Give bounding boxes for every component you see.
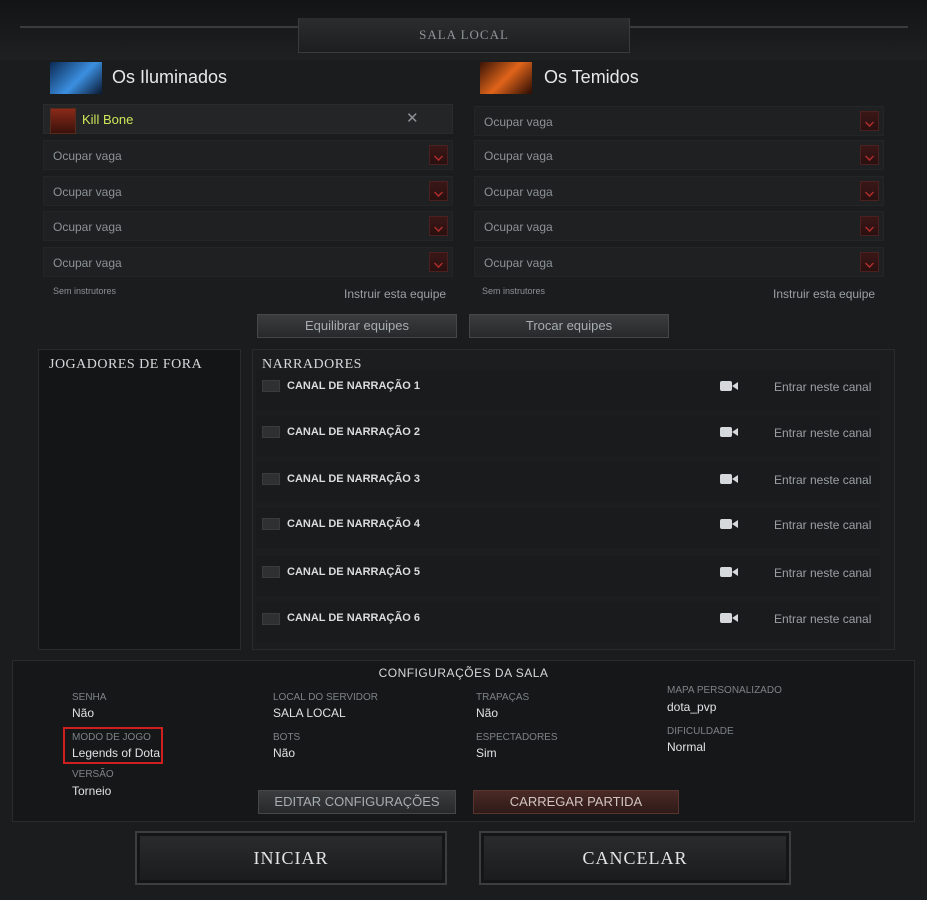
channel-icon — [262, 380, 280, 392]
broadcast-channel-1: CANAL DE NARRAÇÃO 1 Entrar neste canal — [256, 370, 880, 410]
radiant-player-slot-1: Kill Bone ✕ — [43, 104, 453, 134]
chevron-down-icon[interactable] — [429, 145, 448, 165]
chevron-down-icon[interactable] — [860, 145, 879, 165]
dire-coaches: Sem instrutores — [482, 286, 546, 296]
channel-icon — [262, 426, 280, 438]
channel-icon — [262, 473, 280, 485]
camera-icon — [720, 519, 738, 529]
unassigned-players-panel: JOGADORES DE FORA — [38, 349, 241, 650]
version-label: VERSÃO — [72, 769, 114, 780]
radiant-slot-5[interactable]: Ocupar vaga — [43, 247, 453, 277]
slot-label: Ocupar vaga — [484, 149, 553, 163]
dire-slot-2[interactable]: Ocupar vaga — [474, 140, 884, 170]
broadcast-channel-5: CANAL DE NARRAÇÃO 5 Entrar neste canal — [256, 556, 880, 596]
channel-label: CANAL DE NARRAÇÃO 6 — [287, 612, 421, 624]
chevron-down-icon[interactable] — [429, 252, 448, 272]
version-value: Torneio — [72, 784, 112, 798]
channel-label: CANAL DE NARRAÇÃO 3 — [287, 473, 421, 485]
slot-label: Ocupar vaga — [484, 115, 553, 129]
join-channel-link[interactable]: Entrar neste canal — [774, 566, 871, 580]
broadcast-channel-3: CANAL DE NARRAÇÃO 3 Entrar neste canal — [256, 462, 880, 502]
load-match-button[interactable]: CARREGAR PARTIDA — [473, 790, 679, 814]
password-value: Não — [72, 706, 95, 720]
difficulty-label: DIFICULDADE — [667, 726, 734, 737]
start-button[interactable]: INICIAR — [135, 831, 447, 885]
dire-slot-4[interactable]: Ocupar vaga — [474, 211, 884, 241]
player-avatar — [50, 108, 76, 134]
join-channel-link[interactable]: Entrar neste canal — [774, 612, 871, 626]
radiant-team-icon — [50, 62, 102, 94]
radiant-coach-link[interactable]: Instruir esta equipe — [344, 287, 446, 301]
chevron-down-icon[interactable] — [860, 216, 879, 236]
chevron-down-icon[interactable] — [860, 252, 879, 272]
channel-label: CANAL DE NARRAÇÃO 5 — [287, 566, 421, 578]
join-channel-link[interactable]: Entrar neste canal — [774, 426, 871, 440]
chevron-down-icon[interactable] — [429, 216, 448, 236]
cheats-value: Não — [476, 706, 499, 720]
slot-label: Ocupar vaga — [484, 256, 553, 270]
camera-icon — [720, 381, 738, 391]
chevron-down-icon[interactable] — [860, 181, 879, 201]
dire-team-icon — [480, 62, 532, 94]
bots-value: Não — [273, 746, 296, 760]
server-label: LOCAL DO SERVIDOR — [273, 692, 379, 703]
spectators-label: ESPECTADORES — [476, 732, 558, 743]
cancel-button[interactable]: CANCELAR — [479, 831, 791, 885]
chevron-down-icon[interactable] — [860, 111, 879, 131]
server-value: SALA LOCAL — [273, 706, 346, 720]
channel-label: CANAL DE NARRAÇÃO 1 — [287, 380, 421, 392]
frame-ornament-right — [628, 26, 908, 28]
broadcast-channel-6: CANAL DE NARRAÇÃO 6 Entrar neste canal — [256, 602, 880, 642]
chevron-down-icon[interactable] — [429, 181, 448, 201]
camera-icon — [720, 567, 738, 577]
spectators-value: Sim — [476, 746, 497, 760]
custom-map-label: MAPA PERSONALIZADO — [667, 685, 782, 696]
slot-label: Ocupar vaga — [484, 185, 553, 199]
radiant-team-name: Os Iluminados — [112, 67, 228, 87]
dire-team-name: Os Temidos — [544, 67, 639, 87]
camera-icon — [720, 474, 738, 484]
dire-slot-1[interactable]: Ocupar vaga — [474, 106, 884, 136]
frame-ornament-left — [20, 26, 298, 28]
radiant-slot-4[interactable]: Ocupar vaga — [43, 211, 453, 241]
unassigned-title: JOGADORES DE FORA — [49, 357, 203, 372]
channel-icon — [262, 566, 280, 578]
slot-label: Ocupar vaga — [53, 149, 122, 163]
channel-icon — [262, 518, 280, 530]
channel-label: CANAL DE NARRAÇÃO 2 — [287, 426, 421, 438]
join-channel-link[interactable]: Entrar neste canal — [774, 518, 871, 532]
balance-teams-button[interactable]: Equilibrar equipes — [257, 314, 457, 338]
bots-label: BOTS — [273, 732, 301, 743]
broadcast-channel-2: CANAL DE NARRAÇÃO 2 Entrar neste canal — [256, 416, 880, 456]
dire-coach-link[interactable]: Instruir esta equipe — [773, 287, 875, 301]
slot-label: Ocupar vaga — [53, 220, 122, 234]
edit-settings-button[interactable]: EDITAR CONFIGURAÇÕES — [258, 790, 456, 814]
game-mode-label: MODO DE JOGO — [72, 732, 151, 743]
radiant-slot-3[interactable]: Ocupar vaga — [43, 176, 453, 206]
slot-label: Ocupar vaga — [484, 220, 553, 234]
channel-icon — [262, 613, 280, 625]
password-label: SENHA — [72, 692, 107, 703]
difficulty-value: Normal — [667, 740, 706, 754]
slot-label: Ocupar vaga — [53, 185, 122, 199]
dire-slot-3[interactable]: Ocupar vaga — [474, 176, 884, 206]
camera-icon — [720, 613, 738, 623]
channel-label: CANAL DE NARRAÇÃO 4 — [287, 518, 421, 530]
join-channel-link[interactable]: Entrar neste canal — [774, 473, 871, 487]
radiant-slot-2[interactable]: Ocupar vaga — [43, 140, 453, 170]
dire-slot-5[interactable]: Ocupar vaga — [474, 247, 884, 277]
custom-map-value: dota_pvp — [667, 700, 717, 714]
settings-title: CONFIGURAÇÕES DA SALA — [378, 666, 549, 680]
slot-label: Ocupar vaga — [53, 256, 122, 270]
game-mode-value: Legends of Dota — [72, 746, 161, 760]
join-channel-link[interactable]: Entrar neste canal — [774, 380, 871, 394]
close-icon[interactable]: ✕ — [406, 109, 419, 127]
cheats-label: TRAPAÇAS — [476, 692, 530, 703]
broadcast-channel-4: CANAL DE NARRAÇÃO 4 Entrar neste canal — [256, 508, 880, 548]
radiant-coaches: Sem instrutores — [53, 286, 117, 296]
camera-icon — [720, 427, 738, 437]
swap-teams-button[interactable]: Trocar equipes — [469, 314, 669, 338]
window-title: SALA LOCAL — [298, 18, 630, 53]
player-name: Kill Bone — [82, 112, 134, 127]
